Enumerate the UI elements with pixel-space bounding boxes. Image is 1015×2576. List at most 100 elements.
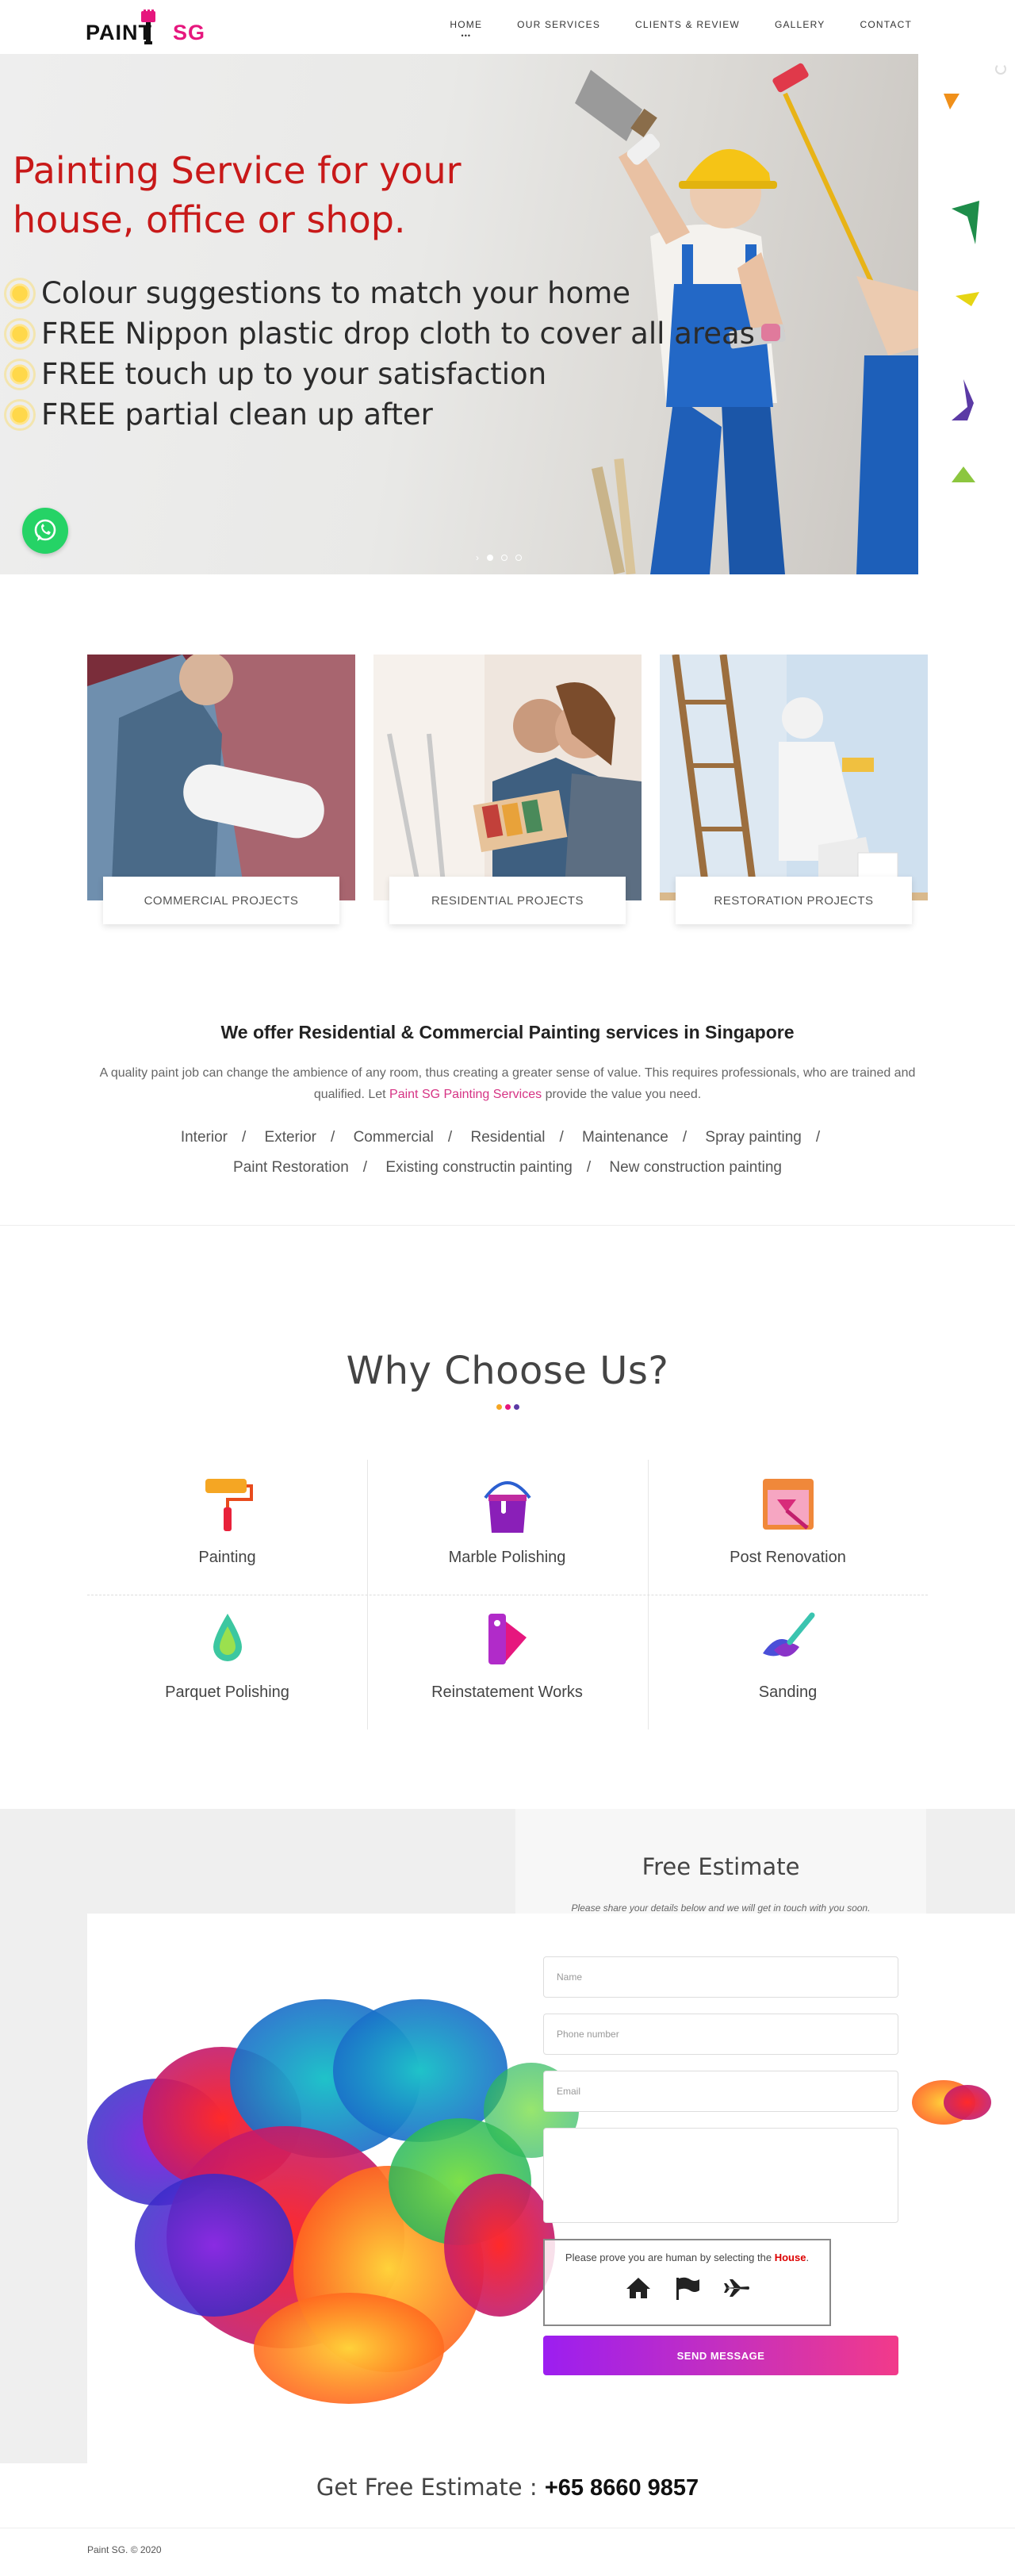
contact-phone-line: Get Free Estimate : +65 8660 9857 bbox=[316, 2474, 699, 2501]
hero-bullet: FREE Nippon plastic drop cloth to cover … bbox=[6, 313, 755, 354]
whatsapp-icon bbox=[34, 519, 56, 541]
feature-reinstatement-works[interactable]: Reinstatement Works bbox=[367, 1595, 647, 1726]
brush-stroke-icon bbox=[762, 1612, 814, 1657]
project-image bbox=[660, 655, 928, 900]
slider-dot[interactable] bbox=[515, 555, 522, 561]
service-tag[interactable]: Residential bbox=[470, 1129, 545, 1146]
hero-bullet: FREE touch up to your satisfaction bbox=[6, 354, 755, 394]
feature-label: Post Renovation bbox=[730, 1549, 846, 1566]
main-nav: HOME OUR SERVICES CLIENTS & REVIEW GALLE… bbox=[415, 19, 912, 30]
brush-logo-icon bbox=[141, 10, 155, 44]
paint-bucket-icon bbox=[483, 1481, 531, 1533]
project-label: RESIDENTIAL PROJECTS bbox=[389, 877, 626, 924]
feature-label: Painting bbox=[198, 1549, 256, 1566]
feature-marble-polishing[interactable]: Marble Polishing bbox=[367, 1460, 647, 1591]
nav-our-services[interactable]: OUR SERVICES bbox=[517, 19, 600, 30]
heading-dots bbox=[0, 1404, 1015, 1410]
offer-paragraph: A quality paint job can change the ambie… bbox=[99, 1066, 916, 1101]
hero-bullet-list: Colour suggestions to match your home FR… bbox=[6, 273, 755, 435]
decorative-shapes bbox=[944, 94, 979, 482]
sun-icon bbox=[6, 320, 33, 347]
site-header: PAINTSG HOME OUR SERVICES CLIENTS & REVI… bbox=[0, 0, 1015, 54]
sun-icon bbox=[6, 279, 33, 307]
flag-icon[interactable] bbox=[674, 2276, 701, 2300]
hero-bullet: Colour suggestions to match your home bbox=[6, 273, 755, 313]
commercial-project-photo bbox=[87, 655, 355, 900]
project-label: COMMERCIAL PROJECTS bbox=[103, 877, 339, 924]
project-image bbox=[87, 655, 355, 900]
nav-contact[interactable]: CONTACT bbox=[860, 19, 912, 30]
project-card-commercial[interactable]: COMMERCIAL PROJECTS bbox=[87, 655, 355, 928]
service-tag[interactable]: Exterior bbox=[265, 1129, 316, 1146]
message-textarea[interactable] bbox=[543, 2128, 898, 2223]
loading-spinner-icon bbox=[995, 63, 1006, 75]
nav-clients-review[interactable]: CLIENTS & REVIEW bbox=[635, 19, 740, 30]
why-heading: Why Choose Us? bbox=[346, 1349, 669, 1393]
slider-pagination: › bbox=[476, 552, 522, 563]
service-tag[interactable]: Maintenance bbox=[582, 1129, 668, 1146]
section-divider bbox=[0, 1225, 1015, 1226]
service-tag[interactable]: Paint Restoration bbox=[233, 1159, 349, 1176]
dot bbox=[504, 1404, 511, 1410]
offer-link[interactable]: Paint SG Painting Services bbox=[389, 1088, 542, 1101]
project-card-restoration[interactable]: RESTORATION PROJECTS bbox=[660, 655, 928, 928]
estimate-form: Name Phone number Email Please prove you… bbox=[543, 1956, 898, 2375]
why-section: Why Choose Us? bbox=[0, 1349, 1015, 1410]
service-tags: Interior / Exterior / Commercial / Resident… bbox=[119, 1123, 896, 1183]
whatsapp-button[interactable] bbox=[22, 508, 68, 554]
estimate-subtitle: Please share your details below and we w… bbox=[571, 1902, 871, 1914]
restoration-project-photo bbox=[660, 655, 928, 900]
slider-next-icon[interactable]: › bbox=[476, 552, 479, 563]
service-tag[interactable]: New construction painting bbox=[609, 1159, 782, 1176]
phone-number[interactable]: +65 8660 9857 bbox=[545, 2475, 699, 2501]
feature-label: Marble Polishing bbox=[448, 1549, 566, 1566]
site-logo[interactable]: PAINT SG bbox=[86, 10, 205, 46]
feature-parquet-polishing[interactable]: Parquet Polishing bbox=[87, 1595, 367, 1726]
service-tag[interactable]: Spray painting bbox=[705, 1129, 801, 1146]
captcha-question: Please prove you are human by selecting … bbox=[565, 2252, 810, 2263]
project-label: RESTORATION PROJECTS bbox=[676, 877, 912, 924]
feature-label: Parquet Polishing bbox=[165, 1683, 289, 1701]
nav-gallery[interactable]: GALLERY bbox=[775, 19, 825, 30]
airplane-icon[interactable] bbox=[723, 2276, 750, 2300]
service-tag[interactable]: Interior bbox=[181, 1129, 228, 1146]
human-captcha: Please prove you are human by selecting … bbox=[543, 2239, 831, 2326]
phone-input[interactable]: Phone number bbox=[543, 2014, 898, 2055]
hero-title: Painting Service for your house, office … bbox=[13, 149, 462, 241]
dot bbox=[513, 1404, 519, 1410]
sun-icon bbox=[6, 401, 33, 428]
house-icon[interactable] bbox=[625, 2276, 652, 2300]
service-tags-row: Interior / Exterior / Commercial / Resident… bbox=[180, 1129, 821, 1146]
slider-dot[interactable] bbox=[501, 555, 508, 561]
slider-dot[interactable] bbox=[487, 555, 493, 561]
feature-painting[interactable]: Painting bbox=[87, 1460, 367, 1591]
paint-roller-icon bbox=[205, 1479, 253, 1531]
send-message-button[interactable]: SEND MESSAGE bbox=[543, 2336, 898, 2375]
hero-bullet: FREE partial clean up after bbox=[6, 394, 755, 435]
sun-icon bbox=[6, 360, 33, 388]
offer-heading: We offer Residential & Commercial Painti… bbox=[220, 1022, 795, 1042]
project-card-residential[interactable]: RESIDENTIAL PROJECTS bbox=[373, 655, 642, 928]
dot bbox=[496, 1404, 502, 1410]
service-tag[interactable]: Commercial bbox=[354, 1129, 434, 1146]
service-tags-row: Paint Restoration / Existing constructin … bbox=[233, 1159, 782, 1176]
footer-copyright: Paint SG. © 2020 bbox=[87, 2544, 162, 2555]
feature-post-renovation[interactable]: Post Renovation bbox=[648, 1460, 928, 1591]
droplet-icon bbox=[213, 1614, 242, 1661]
features-grid: Painting Marble Polishing Post Renovatio… bbox=[87, 1460, 928, 1729]
estimate-title: Free Estimate bbox=[642, 1853, 800, 1880]
captcha-options bbox=[553, 2276, 822, 2300]
nav-home[interactable]: HOME bbox=[450, 19, 482, 30]
email-input[interactable]: Email bbox=[543, 2071, 898, 2112]
feature-label: Reinstatement Works bbox=[431, 1683, 583, 1701]
project-image bbox=[373, 655, 642, 900]
window-brush-icon bbox=[762, 1479, 814, 1530]
projects-section: COMMERCIAL PROJECTS RESIDENTIAL PROJECTS bbox=[87, 655, 928, 928]
feature-sanding[interactable]: Sanding bbox=[648, 1595, 928, 1726]
residential-project-photo bbox=[373, 655, 642, 900]
name-input[interactable]: Name bbox=[543, 1956, 898, 1998]
color-swatch-icon bbox=[488, 1614, 527, 1664]
hero-slider[interactable]: Painting Service for your house, office … bbox=[0, 54, 918, 574]
service-tag[interactable]: Existing constructin painting bbox=[385, 1159, 573, 1176]
offer-section: We offer Residential & Commercial Painti… bbox=[0, 1022, 1015, 1183]
